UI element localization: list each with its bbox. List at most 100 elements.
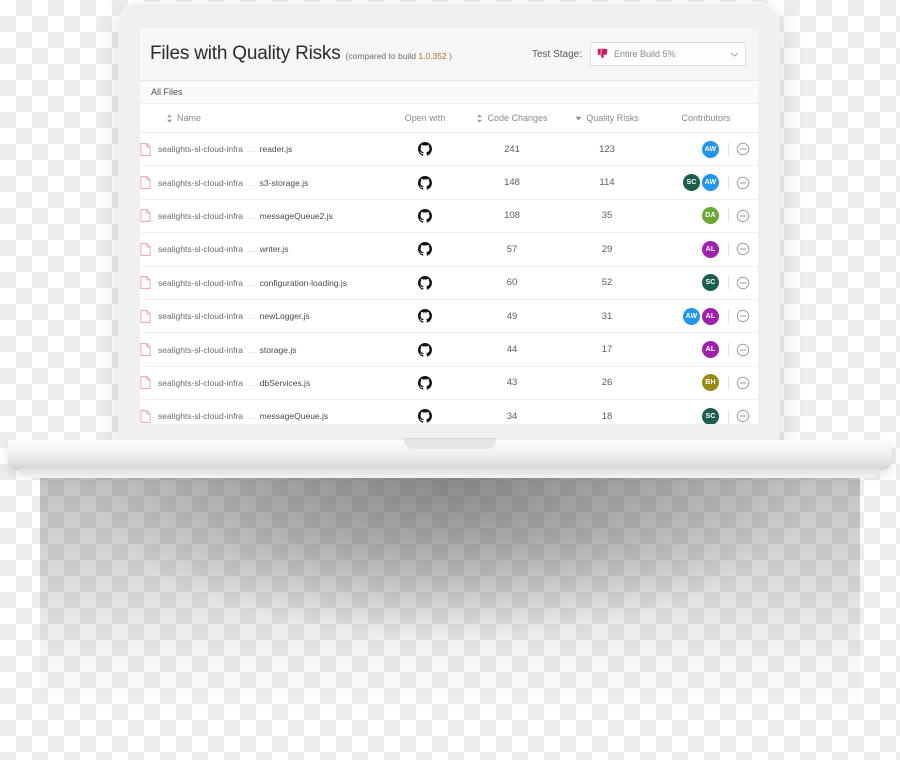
open-with-cell[interactable] <box>386 199 464 234</box>
file-filename: s3-storage.js <box>259 177 309 188</box>
thumbs-down-icon <box>597 48 608 59</box>
avatar[interactable]: AW <box>702 174 719 192</box>
table-row[interactable]: sealights-sl-cloud-infra... messageQueue.… <box>140 399 758 424</box>
file-filename: storage.js <box>259 344 297 355</box>
table-row[interactable]: sealights-sl-cloud-infra... reader.js 241 1… <box>140 132 758 167</box>
file-name-cell[interactable]: sealights-sl-cloud-infra... messageQueue.… <box>140 399 386 424</box>
file-name-cell[interactable]: sealights-sl-cloud-infra... storage.js <box>140 332 386 367</box>
file-name-cell[interactable]: sealights-sl-cloud-infra... configuration… <box>140 266 386 300</box>
minus-circle-icon[interactable] <box>736 343 750 357</box>
github-icon[interactable] <box>418 275 432 290</box>
github-icon[interactable] <box>418 342 432 357</box>
quality-risks-cell: 29 <box>560 232 654 267</box>
table-row[interactable]: sealights-sl-cloud-infra... writer.js 57 29… <box>140 232 758 267</box>
github-icon[interactable] <box>418 242 432 257</box>
column-header-quality-risks[interactable]: Quality Risks <box>560 104 654 133</box>
minus-circle-icon[interactable] <box>736 309 750 323</box>
github-icon[interactable] <box>418 142 432 156</box>
avatar[interactable]: SC <box>702 407 719 424</box>
laptop-base-notch <box>404 438 496 449</box>
cell-divider <box>728 409 729 423</box>
table-row[interactable]: sealights-sl-cloud-infra... messageQueue2… <box>140 199 758 234</box>
github-icon[interactable] <box>418 375 432 390</box>
table-header-row: Name Open with Code Changes Quality Risk… <box>140 104 758 133</box>
chevron-down-icon <box>731 52 738 57</box>
avatar[interactable]: AL <box>702 307 719 325</box>
open-with-cell[interactable] <box>386 232 464 267</box>
minus-circle-icon[interactable] <box>736 176 750 190</box>
quality-risks-cell: 31 <box>560 299 654 334</box>
file-filename: newLogger.js <box>259 311 310 322</box>
open-with-cell[interactable] <box>386 332 464 367</box>
file-name-cell[interactable]: sealights-sl-cloud-infra... dbServices.js <box>140 366 386 401</box>
avatar[interactable]: SC <box>683 174 700 192</box>
sort-descending-icon <box>575 116 582 120</box>
sort-both-icon <box>477 113 483 123</box>
file-name-cell[interactable]: sealights-sl-cloud-infra... messageQueue2… <box>140 199 386 234</box>
github-icon[interactable] <box>418 208 432 223</box>
open-with-cell[interactable] <box>386 299 464 334</box>
github-icon[interactable] <box>418 175 432 190</box>
tab-all-files[interactable]: All Files <box>148 87 186 97</box>
build-number: 1.0.352 <box>418 51 447 61</box>
subtitle-prefix: (compared to build <box>345 51 416 61</box>
test-stage-dropdown[interactable]: Entire Build 5% <box>590 42 746 66</box>
quality-risks-cell: 52 <box>560 266 654 300</box>
column-header-code-changes-label: Code Changes <box>487 113 548 123</box>
file-icon <box>140 243 151 256</box>
code-changes-cell: 49 <box>464 299 560 334</box>
cell-divider <box>728 242 729 256</box>
column-header-code-changes[interactable]: Code Changes <box>464 104 560 133</box>
column-header-name[interactable]: Name <box>140 104 386 133</box>
file-icon <box>140 376 151 390</box>
contributors-cell: SC AW <box>654 165 758 200</box>
minus-circle-icon[interactable] <box>736 209 750 223</box>
file-name-cell[interactable]: sealights-sl-cloud-infra... newLogger.js <box>140 299 386 334</box>
file-filename: messageQueue.js <box>259 411 329 422</box>
avatar[interactable]: AW <box>702 140 719 158</box>
path-ellipsis: ... <box>247 177 256 188</box>
file-icon <box>140 309 151 323</box>
minus-circle-icon[interactable] <box>736 376 750 390</box>
table-row[interactable]: sealights-sl-cloud-infra... dbServices.js… <box>140 366 758 401</box>
table-row[interactable]: sealights-sl-cloud-infra... newLogger.js 4… <box>140 299 758 334</box>
file-path: sealights-sl-cloud-infra <box>158 210 244 221</box>
column-header-quality-risks-label: Quality Risks <box>586 113 639 123</box>
github-icon[interactable] <box>418 309 432 323</box>
contributors-cell: AL <box>654 232 758 267</box>
open-with-cell[interactable] <box>386 399 464 424</box>
minus-circle-icon[interactable] <box>736 242 750 256</box>
minus-circle-icon[interactable] <box>736 276 750 290</box>
page-title: Files with Quality Risks <box>150 43 341 64</box>
file-name-cell[interactable]: sealights-sl-cloud-infra... reader.js <box>140 132 386 167</box>
avatar[interactable]: SC <box>702 274 719 292</box>
file-name-cell[interactable]: sealights-sl-cloud-infra... writer.js <box>140 232 386 267</box>
code-changes-cell: 108 <box>464 199 560 234</box>
file-name-cell[interactable]: sealights-sl-cloud-infra... s3-storage.js <box>140 165 386 200</box>
avatar[interactable]: DA <box>702 207 719 225</box>
avatar[interactable]: AL <box>702 240 719 258</box>
contributors-cell: DA <box>654 199 758 234</box>
open-with-cell[interactable] <box>386 132 464 167</box>
table-row[interactable]: sealights-sl-cloud-infra... configuration… <box>140 266 758 300</box>
open-with-cell[interactable] <box>386 366 464 401</box>
minus-circle-icon[interactable] <box>736 142 750 156</box>
file-icon <box>140 276 151 290</box>
file-filename: dbServices.js <box>259 377 311 388</box>
test-stage-label: Test Stage: <box>531 48 582 60</box>
code-changes-cell: 148 <box>464 165 560 200</box>
open-with-cell[interactable] <box>386 266 464 300</box>
minus-circle-icon[interactable] <box>736 409 750 423</box>
table-row[interactable]: sealights-sl-cloud-infra... storage.js 44 1… <box>140 332 758 367</box>
code-changes-cell: 57 <box>464 232 560 267</box>
avatar[interactable]: AW <box>683 307 700 325</box>
avatar[interactable]: AL <box>702 341 719 359</box>
test-stage-value: Entire Build 5% <box>614 49 676 59</box>
cell-divider <box>728 176 729 190</box>
open-with-cell[interactable] <box>386 165 464 200</box>
column-header-name-label: Name <box>177 113 202 123</box>
subtitle-suffix: ) <box>449 51 452 61</box>
github-icon[interactable] <box>418 409 432 423</box>
avatar[interactable]: BH <box>702 374 719 392</box>
table-row[interactable]: sealights-sl-cloud-infra... s3-storage.js… <box>140 165 758 200</box>
